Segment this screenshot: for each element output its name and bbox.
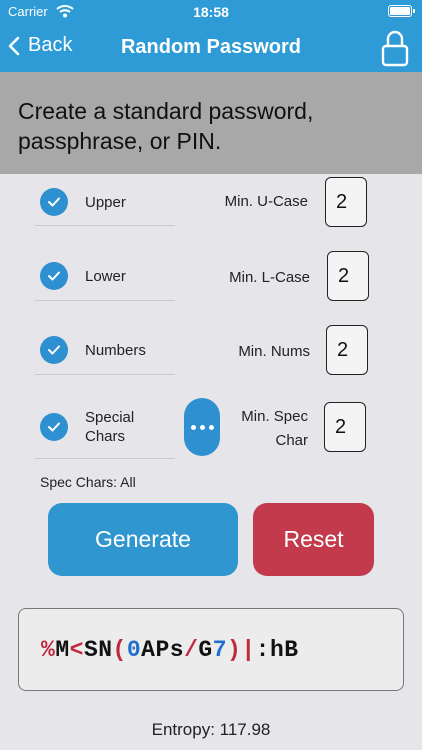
- spec-chars-label: Spec Chars: All: [40, 474, 136, 490]
- checkmark-icon: [48, 197, 60, 207]
- option-label: Lower: [85, 268, 126, 285]
- row-divider: [35, 374, 175, 375]
- password-segment: hB: [269, 636, 299, 663]
- checkbox-lower[interactable]: [40, 262, 68, 290]
- lock-icon[interactable]: [380, 28, 410, 68]
- min-count-label: Min. L-Case: [229, 269, 310, 286]
- password-segment: G: [198, 636, 213, 663]
- password-segment: %: [41, 636, 56, 663]
- password-segment: 0: [126, 636, 142, 663]
- nav-bar: Back Random Password: [0, 24, 422, 72]
- min-count-label: Min. Nums: [238, 343, 310, 360]
- back-button[interactable]: Back: [8, 34, 72, 57]
- min-count-label: Min. U-Case: [224, 193, 308, 210]
- status-bar: Carrier 18:58: [0, 0, 422, 24]
- password-segment: <: [69, 636, 84, 663]
- checkmark-icon: [48, 345, 60, 355]
- password-output[interactable]: % M < SN(0 APs / G 7)|: hB: [18, 608, 404, 691]
- checkmark-icon: [48, 271, 60, 281]
- password-segment: APs: [141, 636, 185, 663]
- back-label: Back: [28, 34, 73, 56]
- checkbox-upper[interactable]: [40, 188, 68, 216]
- more-dot-icon: [208, 424, 214, 430]
- min-count-field[interactable]: 2: [325, 177, 367, 227]
- password-segment: )|: [227, 636, 256, 663]
- row-divider: [35, 300, 175, 301]
- option-label: Special Chars: [85, 409, 135, 445]
- row-divider: [35, 458, 175, 459]
- entropy-label: Entropy: 117.98: [151, 720, 271, 739]
- generate-button[interactable]: Generate: [48, 503, 238, 576]
- checkbox-special-chars[interactable]: [40, 413, 68, 441]
- password-segment: /: [184, 636, 199, 663]
- password-segment: 7: [212, 636, 228, 663]
- description-banner: Create a standard password, passphrase, …: [0, 72, 422, 174]
- password-segment: (: [112, 636, 127, 663]
- option-label: Upper: [85, 194, 126, 211]
- more-dot-icon: [199, 424, 205, 430]
- min-count-field[interactable]: 2: [324, 402, 366, 452]
- clock: 18:58: [193, 4, 229, 20]
- option-label: Numbers: [85, 342, 146, 359]
- checkmark-icon: [48, 422, 60, 432]
- password-segment: M: [55, 636, 70, 663]
- min-count-field[interactable]: 2: [327, 251, 369, 301]
- chevron-left-icon: [8, 36, 20, 55]
- battery-icon: [388, 5, 415, 17]
- more-options-button[interactable]: [184, 398, 220, 456]
- password-segment: SN: [83, 636, 113, 663]
- row-divider: [35, 225, 175, 226]
- more-dot-icon: [190, 424, 196, 430]
- min-count-label: Min. Spec Char: [241, 408, 308, 449]
- reset-button[interactable]: Reset: [253, 503, 374, 576]
- password-segment: :: [255, 636, 270, 663]
- min-count-field[interactable]: 2: [326, 325, 368, 375]
- checkbox-numbers[interactable]: [40, 336, 68, 364]
